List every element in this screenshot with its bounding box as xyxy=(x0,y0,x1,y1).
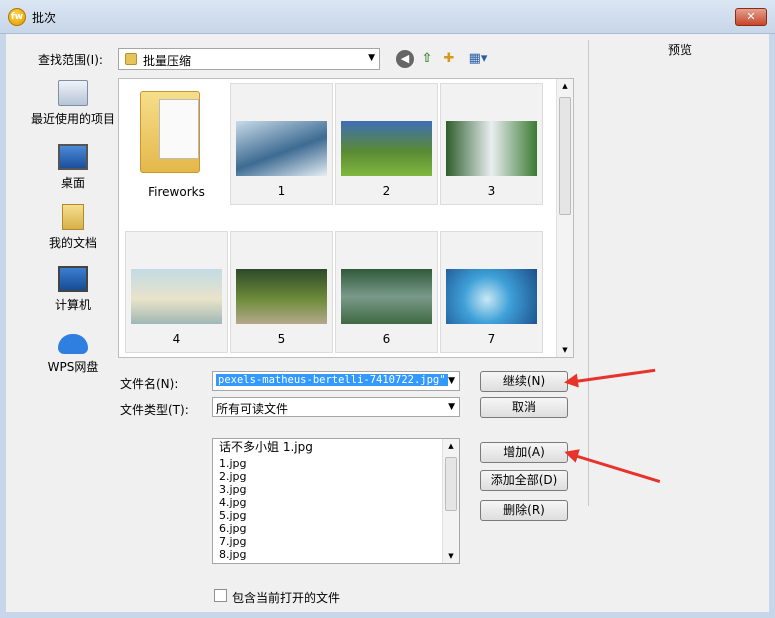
scrollbar-thumb[interactable] xyxy=(559,97,571,215)
computer-icon xyxy=(58,266,88,292)
annotation-arrow-icon xyxy=(567,368,656,384)
app-icon: fw xyxy=(8,8,26,26)
chevron-down-icon: ▼ xyxy=(368,53,375,63)
place-label: 我的文档 xyxy=(48,236,97,250)
view-menu-icon[interactable]: ▦▾ xyxy=(464,50,492,68)
scroll-up-icon[interactable]: ▲ xyxy=(443,439,459,453)
filename-label: 文件名(N): xyxy=(120,377,179,391)
list-item[interactable]: 1.jpg xyxy=(219,457,247,470)
file-list-scrollbar[interactable]: ▲ ▼ xyxy=(556,79,573,357)
folder-preview-icon xyxy=(159,99,199,159)
file-thumb[interactable]: 7 xyxy=(440,231,543,353)
thumbnail-image xyxy=(446,121,537,176)
file-caption: 2 xyxy=(382,184,391,198)
place-computer[interactable]: 计算机 xyxy=(28,266,118,313)
thumbnail-image xyxy=(341,269,432,324)
scroll-down-icon[interactable]: ▼ xyxy=(443,549,459,563)
preview-label: 预览 xyxy=(668,43,693,57)
file-thumb[interactable]: 4 xyxy=(125,231,228,353)
file-list: Fireworks 1 2 3 4 5 6 7 ▲ ▼ xyxy=(118,78,574,358)
place-label: 桌面 xyxy=(60,176,85,190)
added-list-scrollbar[interactable]: ▲ ▼ xyxy=(442,439,459,563)
list-item[interactable]: 7.jpg xyxy=(219,535,247,548)
recent-items-icon xyxy=(58,80,88,106)
scroll-down-icon[interactable]: ▼ xyxy=(557,343,573,357)
list-item[interactable]: 6.jpg xyxy=(219,522,247,535)
thumbnail-image xyxy=(236,121,327,176)
added-files-list[interactable]: 话不多小姐 1.jpg 1.jpg 2.jpg 3.jpg 4.jpg 5.jp… xyxy=(212,438,460,564)
title-bar: fw 批次 ✕ xyxy=(0,0,775,34)
annotation-arrow-icon xyxy=(567,452,661,484)
filename-value: pexels-matheus-bertelli-7410722.jpg" xyxy=(216,374,448,386)
place-recent-items[interactable]: 最近使用的项目 xyxy=(28,80,118,127)
new-folder-icon[interactable]: ✚ xyxy=(440,50,458,68)
desktop-icon xyxy=(58,144,88,170)
place-label: 计算机 xyxy=(54,298,91,312)
file-thumb[interactable]: 3 xyxy=(440,83,543,205)
thumbnail-image xyxy=(236,269,327,324)
file-caption: 3 xyxy=(487,184,496,198)
file-caption: Fireworks xyxy=(148,185,205,199)
add-all-button[interactable]: 添加全部(D) xyxy=(480,470,568,491)
file-caption: 5 xyxy=(277,332,286,346)
cloud-drive-icon xyxy=(58,334,88,354)
file-thumb[interactable]: 5 xyxy=(230,231,333,353)
thumbnail-image xyxy=(131,269,222,324)
list-item[interactable]: 3.jpg xyxy=(219,483,247,496)
chevron-down-icon[interactable]: ▼ xyxy=(448,376,455,386)
folder-tile-fireworks[interactable]: Fireworks xyxy=(125,83,228,205)
list-item[interactable]: 2.jpg xyxy=(219,470,247,483)
places-bar: 最近使用的项目 桌面 我的文档 计算机 WPS网盘 xyxy=(28,78,118,424)
continue-button[interactable]: 继续(N) xyxy=(480,371,568,392)
folder-icon xyxy=(125,53,137,65)
batch-dialog: 查找范围(I): 批量压缩 ▼ ◀ ⇧ ✚ ▦▾ 最近使用的项目 桌面 我的文档… xyxy=(0,34,775,618)
place-wps-cloud[interactable]: WPS网盘 xyxy=(28,330,118,375)
filetype-value: 所有可读文件 xyxy=(216,402,289,416)
up-folder-icon[interactable]: ⇧ xyxy=(418,50,436,68)
look-in-value: 批量压缩 xyxy=(143,54,192,68)
delete-button[interactable]: 删除(R) xyxy=(480,500,568,521)
add-button[interactable]: 增加(A) xyxy=(480,442,568,463)
filename-input[interactable]: pexels-matheus-bertelli-7410722.jpg" ▼ xyxy=(212,371,460,391)
thumbnail-image xyxy=(341,121,432,176)
documents-icon xyxy=(62,204,84,230)
chevron-down-icon[interactable]: ▼ xyxy=(448,402,455,412)
close-button[interactable]: ✕ xyxy=(735,8,767,26)
place-label: 最近使用的项目 xyxy=(30,112,115,126)
place-label: WPS网盘 xyxy=(47,360,99,374)
file-thumb[interactable]: 1 xyxy=(230,83,333,205)
preview-divider xyxy=(588,40,589,506)
file-thumb[interactable]: 2 xyxy=(335,83,438,205)
list-item[interactable]: 8.jpg xyxy=(219,548,247,561)
filetype-select[interactable]: 所有可读文件 ▼ xyxy=(212,397,460,417)
look-in-dropdown[interactable]: 批量压缩 ▼ xyxy=(118,48,380,70)
window-title: 批次 xyxy=(32,11,57,25)
include-open-files-checkbox[interactable] xyxy=(214,589,227,602)
list-item[interactable]: 话不多小姐 1.jpg xyxy=(219,441,313,454)
list-item[interactable]: 4.jpg xyxy=(219,496,247,509)
thumbnail-image xyxy=(446,269,537,324)
file-caption: 7 xyxy=(487,332,496,346)
file-thumb[interactable]: 6 xyxy=(335,231,438,353)
include-open-files-label: 包含当前打开的文件 xyxy=(232,591,341,605)
look-in-label: 查找范围(I): xyxy=(38,53,103,67)
back-arrow-icon[interactable]: ◀ xyxy=(396,50,414,68)
place-documents[interactable]: 我的文档 xyxy=(28,204,118,251)
file-caption: 1 xyxy=(277,184,286,198)
scroll-up-icon[interactable]: ▲ xyxy=(557,79,573,93)
list-item[interactable]: 5.jpg xyxy=(219,509,247,522)
cancel-button[interactable]: 取消 xyxy=(480,397,568,418)
file-caption: 6 xyxy=(382,332,391,346)
file-caption: 4 xyxy=(172,332,181,346)
filetype-label: 文件类型(T): xyxy=(120,403,189,417)
place-desktop[interactable]: 桌面 xyxy=(28,144,118,191)
scrollbar-thumb[interactable] xyxy=(445,457,457,511)
